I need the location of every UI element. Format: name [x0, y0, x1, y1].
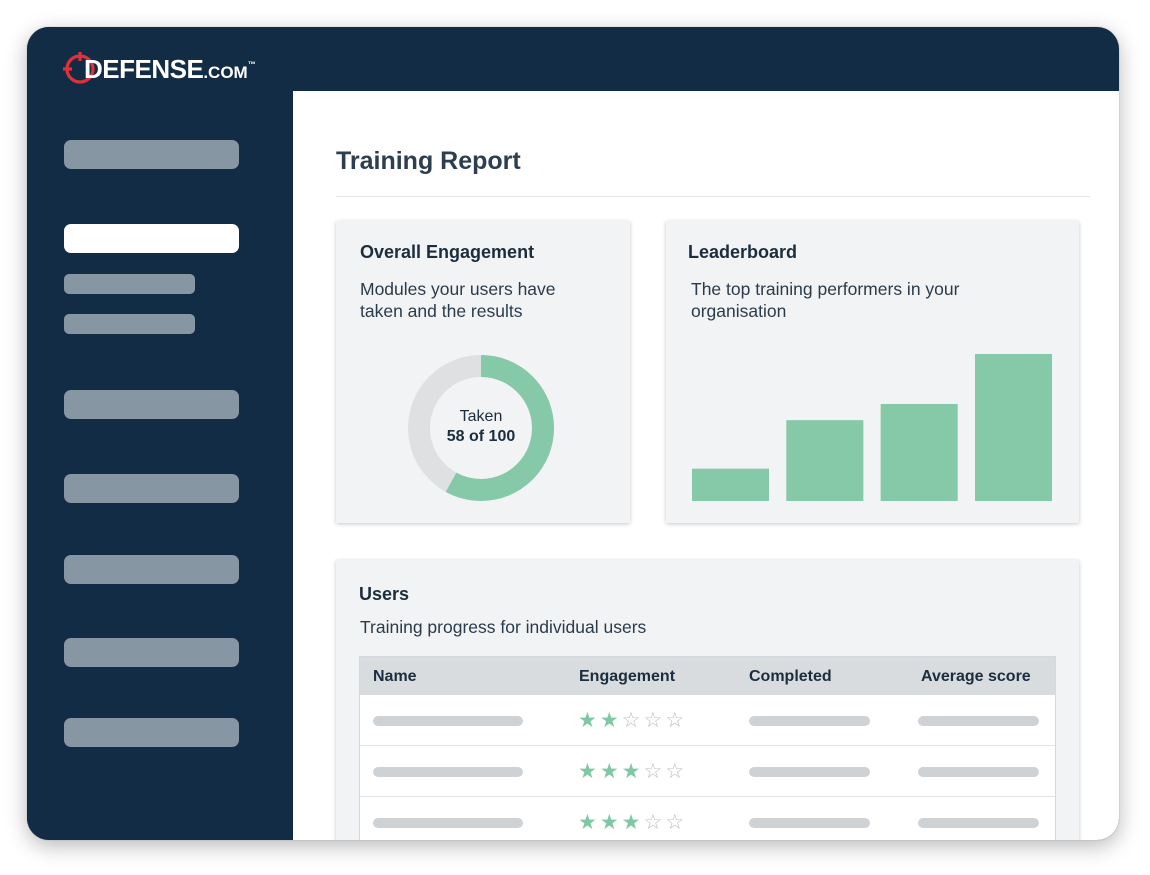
sidebar-item-2-active[interactable]	[64, 224, 239, 253]
sidebar-item-5[interactable]	[64, 555, 239, 584]
star-empty-icon: ☆	[665, 708, 685, 732]
table-row[interactable]: ★ ★ ★ ☆ ☆	[360, 746, 1055, 797]
star-filled-icon: ★	[621, 759, 641, 783]
engagement-title: Overall Engagement	[360, 242, 535, 262]
column-header-name[interactable]: Name	[373, 668, 417, 686]
average-score-placeholder	[918, 767, 1039, 777]
star-empty-icon: ☆	[643, 810, 663, 834]
sidebar-item-4[interactable]	[64, 474, 239, 503]
star-empty-icon: ☆	[665, 810, 685, 834]
column-header-engagement[interactable]: Engagement	[579, 668, 675, 686]
sidebar-item-7[interactable]	[64, 718, 239, 747]
name-placeholder	[373, 818, 523, 828]
engagement-card: Overall Engagement Modules your users ha…	[336, 221, 630, 523]
leaderboard-card: Leaderboard The top training performers …	[666, 221, 1079, 523]
column-header-completed[interactable]: Completed	[749, 668, 832, 686]
sidebar-item-6[interactable]	[64, 638, 239, 667]
sidebar-item-3[interactable]	[64, 390, 239, 419]
star-filled-icon: ★	[578, 708, 597, 732]
main-content: Training Report Overall Engagement Modul…	[293, 91, 1119, 840]
logo-wordmark: DEFENSE.COM™	[84, 53, 256, 85]
star-filled-icon: ★	[599, 810, 619, 834]
star-empty-icon: ☆	[643, 759, 663, 783]
users-title: Users	[359, 584, 410, 604]
users-table: Name Engagement Completed Average score …	[359, 656, 1056, 840]
completed-placeholder	[749, 818, 870, 828]
star-empty-icon: ☆	[621, 708, 641, 732]
table-row[interactable]: ★ ★ ☆ ☆ ☆	[360, 695, 1055, 746]
engagement-rating: ★ ★ ★ ☆ ☆	[578, 761, 684, 782]
completed-placeholder	[749, 716, 870, 726]
engagement-rating: ★ ★ ☆ ☆ ☆	[578, 710, 684, 731]
table-row[interactable]: ★ ★ ★ ☆ ☆	[360, 797, 1055, 840]
page-title: Training Report	[336, 147, 521, 175]
star-filled-icon: ★	[599, 759, 619, 783]
users-description: Training progress for individual users	[360, 617, 647, 637]
sidebar: DEFENSE.COM™	[27, 27, 293, 840]
logo-trademark: ™	[247, 59, 256, 69]
leaderboard-bar-chart	[692, 354, 1052, 501]
sidebar-subitem-1[interactable]	[64, 274, 195, 294]
leaderboard-bar-4	[975, 354, 1052, 501]
leaderboard-description-line1: The top training performers in your	[691, 279, 960, 299]
donut-label-taken: Taken	[459, 408, 503, 425]
engagement-description-line1: Modules your users have	[360, 279, 556, 299]
name-placeholder	[373, 767, 523, 777]
average-score-placeholder	[918, 716, 1039, 726]
star-filled-icon: ★	[599, 708, 619, 732]
leaderboard-bar-1	[692, 468, 769, 501]
leaderboard-bar-3	[880, 403, 958, 501]
engagement-donut-chart: Taken 58 of 100	[408, 355, 554, 501]
donut-label-count: 58 of 100	[446, 428, 516, 445]
sidebar-subitem-2[interactable]	[64, 314, 195, 334]
engagement-description-line2: taken and the results	[360, 301, 523, 321]
star-empty-icon: ☆	[643, 708, 663, 732]
title-divider	[336, 196, 1090, 197]
engagement-description: Modules your users have taken and the re…	[360, 278, 556, 322]
star-filled-icon: ★	[578, 759, 597, 783]
sidebar-item-1[interactable]	[64, 140, 239, 169]
average-score-placeholder	[918, 818, 1039, 828]
logo-text: DEFENSE	[84, 53, 204, 84]
leaderboard-description-line2: organisation	[691, 301, 787, 321]
column-header-average-score[interactable]: Average score	[921, 668, 1031, 686]
table-header: Name Engagement Completed Average score	[360, 657, 1055, 695]
star-empty-icon: ☆	[665, 759, 685, 783]
star-filled-icon: ★	[578, 810, 597, 834]
engagement-rating: ★ ★ ★ ☆ ☆	[578, 812, 684, 833]
leaderboard-title: Leaderboard	[688, 242, 798, 262]
name-placeholder	[373, 716, 523, 726]
star-filled-icon: ★	[621, 810, 641, 834]
completed-placeholder	[749, 767, 870, 777]
leaderboard-bar-2	[786, 420, 864, 501]
brand-logo[interactable]: DEFENSE.COM™	[63, 47, 256, 91]
leaderboard-description: The top training performers in your orga…	[691, 278, 959, 322]
logo-suffix: .COM	[203, 62, 248, 82]
app-window: DEFENSE.COM™ Training Report Overall Eng…	[27, 27, 1119, 840]
users-card: Users Training progress for individual u…	[336, 560, 1079, 840]
